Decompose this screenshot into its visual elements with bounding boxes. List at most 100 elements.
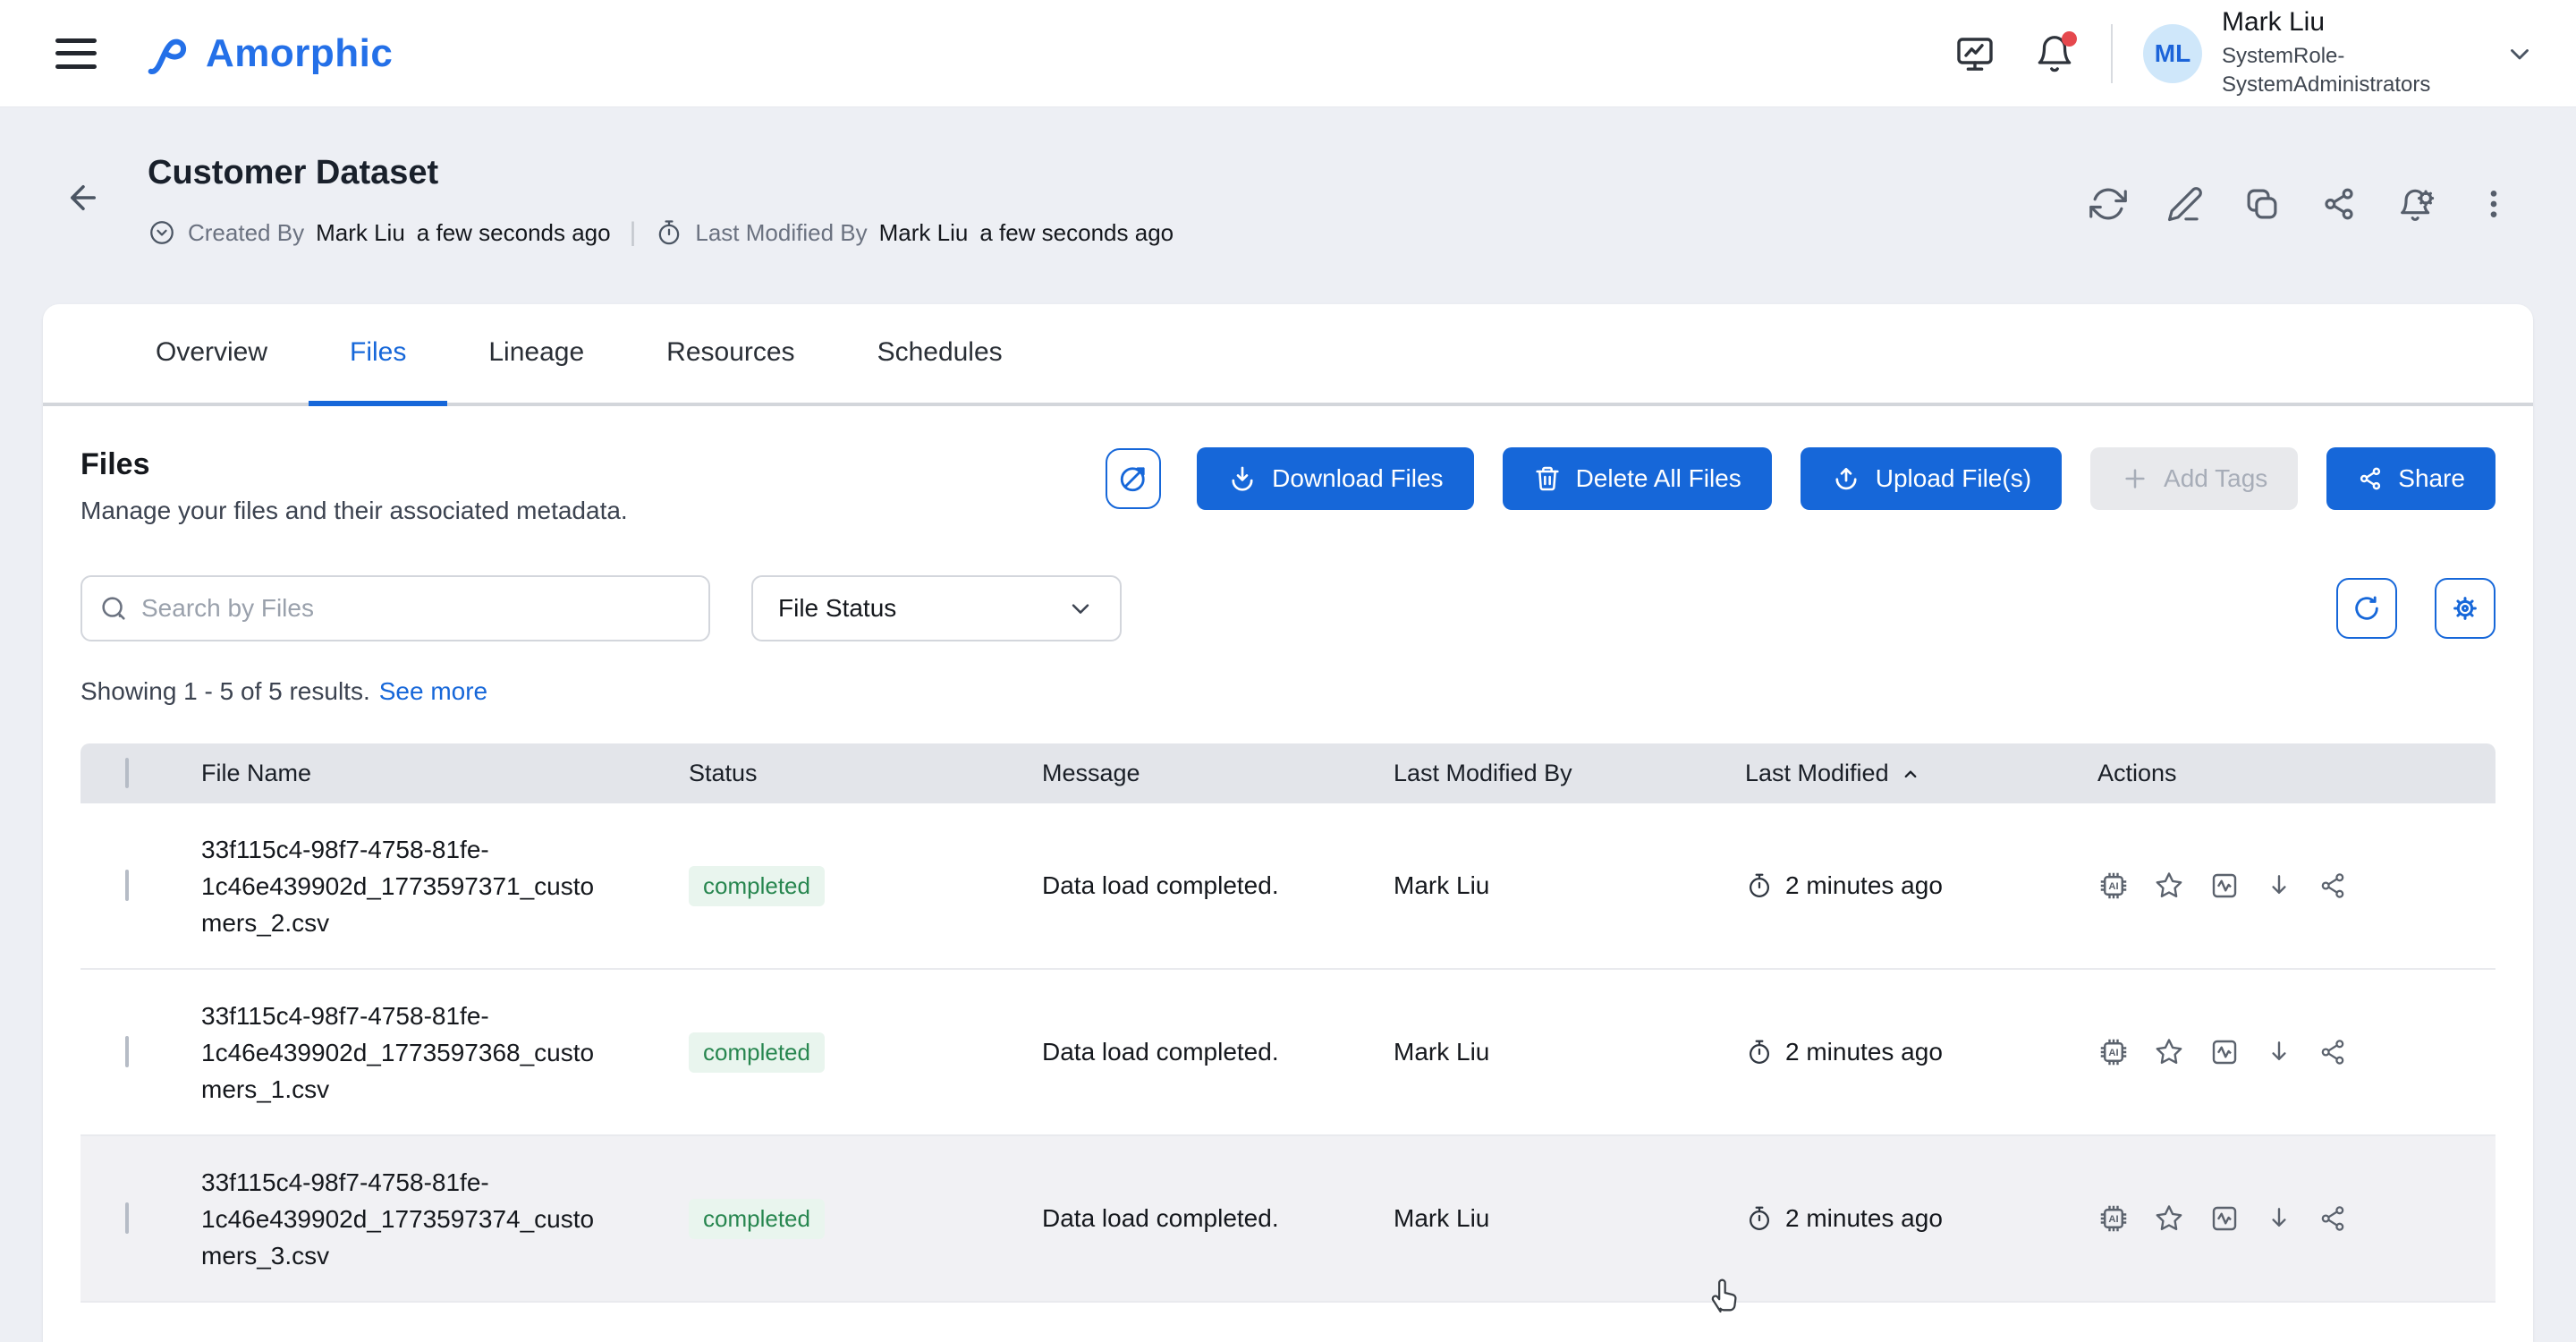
search-input[interactable] [80, 575, 710, 641]
modified-time: 2 minutes ago [1785, 1038, 1943, 1066]
activity-icon[interactable] [2208, 1036, 2241, 1068]
tab-lineage[interactable]: Lineage [447, 304, 625, 406]
ai-chip-icon[interactable]: AI [2097, 1202, 2130, 1235]
file-status-filter[interactable]: File Status [751, 575, 1122, 641]
files-table: File Name Status Message Last Modified B… [80, 743, 2496, 1303]
refresh-button[interactable] [2336, 578, 2397, 639]
modified-by-cell: Mark Liu [1394, 871, 1745, 900]
amorphic-logo-icon [147, 30, 197, 77]
table-row[interactable]: 33f115c4-98f7-4758-81fe-1c46e439902d_177… [80, 803, 2496, 970]
tab-schedules[interactable]: Schedules [836, 304, 1044, 406]
copy-icon[interactable] [2243, 185, 2281, 223]
edit-pencil-icon[interactable] [2166, 185, 2204, 223]
add-tags-button[interactable]: Add Tags [2090, 447, 2298, 510]
file-name: 33f115c4-98f7-4758-81fe-1c46e439902d_177… [201, 998, 606, 1108]
created-by-time: a few seconds ago [417, 219, 611, 247]
row-actions: AI [2097, 870, 2406, 902]
share-button[interactable]: Share [2326, 447, 2496, 510]
star-icon[interactable] [2153, 870, 2185, 902]
delete-all-files-button[interactable]: Delete All Files [1503, 447, 1772, 510]
dataset-actions [2089, 184, 2512, 224]
col-message[interactable]: Message [1042, 760, 1394, 787]
col-actions: Actions [2097, 760, 2406, 787]
tab-bar: Overview Files Lineage Resources Schedul… [43, 304, 2533, 406]
star-icon[interactable] [2153, 1202, 2185, 1235]
row-checkbox[interactable] [125, 1036, 129, 1067]
dataset-card: Overview Files Lineage Resources Schedul… [43, 304, 2533, 1342]
tab-overview[interactable]: Overview [114, 304, 309, 406]
status-badge: completed [689, 1032, 825, 1073]
tab-resources[interactable]: Resources [625, 304, 835, 406]
monitor-chart-icon[interactable] [1953, 32, 1996, 75]
topbar: Amorphic ML Mark Liu SystemRole-SystemAd… [0, 0, 2576, 107]
refresh-icon [2351, 593, 2382, 624]
share-icon[interactable] [2318, 1203, 2348, 1234]
sort-up-icon [1898, 761, 1923, 786]
share-icon[interactable] [2318, 871, 2348, 901]
trash-icon [1533, 464, 1562, 493]
chevron-down-icon[interactable] [2504, 38, 2535, 69]
download-icon[interactable] [2264, 871, 2294, 901]
modified-time: 2 minutes ago [1785, 1204, 1943, 1233]
sync-icon[interactable] [2089, 185, 2127, 223]
share-icon[interactable] [2320, 185, 2358, 223]
clock-icon [148, 218, 176, 247]
table-row[interactable]: 33f115c4-98f7-4758-81fe-1c46e439902d_177… [80, 1136, 2496, 1303]
modified-by-user: Mark Liu [879, 219, 969, 247]
file-name: 33f115c4-98f7-4758-81fe-1c46e439902d_177… [201, 831, 606, 941]
col-file-name[interactable]: File Name [201, 760, 689, 787]
avatar[interactable]: ML [2143, 24, 2202, 83]
svg-text:AI: AI [2108, 1214, 2118, 1225]
gear-icon [2449, 592, 2481, 624]
kebab-menu-icon[interactable] [2476, 186, 2512, 222]
download-files-button[interactable]: Download Files [1197, 447, 1473, 510]
download-icon[interactable] [2264, 1203, 2294, 1234]
results-count: Showing 1 - 5 of 5 results. [80, 677, 370, 705]
table-row[interactable]: 33f115c4-98f7-4758-81fe-1c46e439902d_177… [80, 970, 2496, 1136]
modified-by-label: Last Modified By [695, 219, 867, 247]
col-last-modified[interactable]: Last Modified [1745, 760, 2097, 787]
download-icon [1227, 463, 1258, 494]
see-more-link[interactable]: See more [379, 677, 487, 705]
user-info[interactable]: Mark Liu SystemRole-SystemAdministrators [2222, 7, 2462, 99]
table-settings-button[interactable] [2435, 578, 2496, 639]
chevron-down-icon [1066, 594, 1095, 623]
download-icon[interactable] [2264, 1037, 2294, 1067]
message-cell: Data load completed. [1042, 1038, 1394, 1066]
activity-icon[interactable] [2208, 870, 2241, 902]
brand-logo[interactable]: Amorphic [147, 30, 393, 77]
col-last-modified-by[interactable]: Last Modified By [1394, 760, 1745, 787]
col-status[interactable]: Status [689, 760, 1042, 787]
svg-text:AI: AI [2108, 881, 2118, 892]
tab-files[interactable]: Files [309, 304, 447, 406]
file-status-label: File Status [778, 594, 896, 623]
message-cell: Data load completed. [1042, 871, 1394, 900]
row-checkbox[interactable] [125, 1202, 129, 1234]
status-badge: completed [689, 1199, 825, 1239]
row-checkbox[interactable] [125, 870, 129, 901]
created-by-user: Mark Liu [316, 219, 405, 247]
brand-name: Amorphic [206, 31, 393, 76]
user-role: SystemRole-SystemAdministrators [2222, 42, 2462, 99]
notifications-button[interactable] [2034, 33, 2075, 74]
divider [2111, 24, 2113, 83]
stopwatch-icon [655, 218, 683, 247]
modified-by-cell: Mark Liu [1394, 1038, 1745, 1066]
bell-gear-icon[interactable] [2397, 184, 2436, 224]
divider: | [630, 217, 637, 248]
status-badge: completed [689, 866, 825, 906]
back-button[interactable] [64, 179, 102, 217]
share-icon[interactable] [2318, 1037, 2348, 1067]
ai-assistant-button[interactable] [1106, 448, 1161, 509]
activity-icon[interactable] [2208, 1202, 2241, 1235]
select-all-checkbox[interactable] [125, 758, 129, 788]
search-icon [98, 593, 129, 624]
notification-badge [2062, 31, 2077, 47]
ai-chip-icon[interactable]: AI [2097, 870, 2130, 902]
upload-files-button[interactable]: Upload File(s) [1801, 447, 2062, 510]
created-by-label: Created By [188, 219, 304, 247]
ai-chip-icon[interactable]: AI [2097, 1036, 2130, 1068]
file-name: 33f115c4-98f7-4758-81fe-1c46e439902d_177… [201, 1164, 606, 1274]
star-icon[interactable] [2153, 1036, 2185, 1068]
menu-icon[interactable] [55, 38, 97, 69]
